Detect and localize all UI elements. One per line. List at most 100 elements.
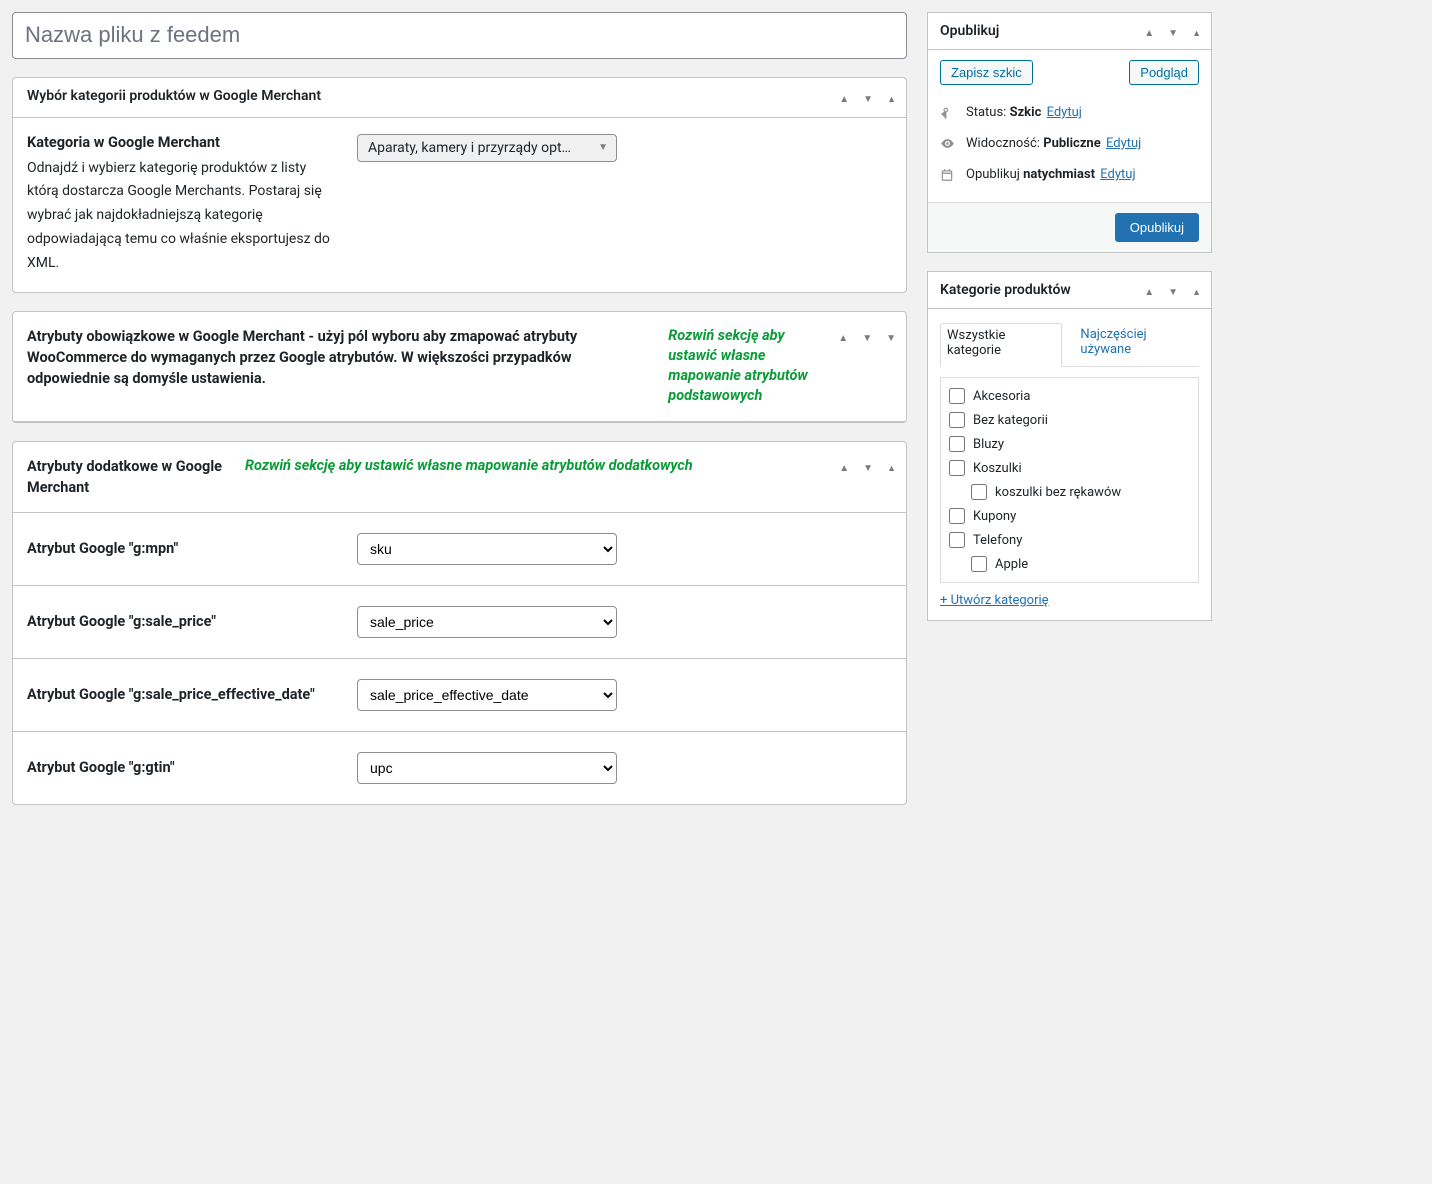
attribute-row: Atrybut Google "g:sale_price" sale_price: [13, 585, 906, 658]
category-label: Kupony: [973, 509, 1016, 524]
category-checkbox[interactable]: [949, 532, 965, 548]
panel-toggle[interactable]: [1190, 280, 1203, 300]
panel-move-down[interactable]: [1166, 280, 1180, 300]
edit-status-link[interactable]: Edytuj: [1047, 105, 1082, 120]
categories-box: Kategorie produktów Wszystkie kategorie …: [927, 271, 1212, 621]
panel-move-down[interactable]: [860, 326, 874, 346]
publish-box-title: Opublikuj: [940, 23, 999, 39]
chevron-up-icon: [838, 328, 848, 344]
attribute-select[interactable]: sku: [357, 533, 617, 565]
category-label: Akcesoria: [973, 389, 1030, 404]
caret-up-icon: [887, 458, 896, 474]
category-checkbox[interactable]: [949, 388, 965, 404]
panel-move-down[interactable]: [1166, 21, 1180, 41]
attribute-select[interactable]: sale_price: [357, 606, 617, 638]
panel-move-up[interactable]: [1142, 280, 1156, 300]
category-label: Apple: [995, 557, 1028, 572]
tab-all-categories[interactable]: Wszystkie kategorie: [940, 323, 1062, 367]
visibility-label: Widoczność: Publiczne Edytuj: [966, 136, 1141, 151]
save-draft-button[interactable]: Zapisz szkic: [940, 60, 1033, 85]
attribute-select[interactable]: upc: [357, 752, 617, 784]
attribute-label: Atrybut Google "g:mpn": [27, 539, 337, 559]
chevron-up-icon: [839, 458, 849, 474]
caret-up-icon: [1192, 23, 1201, 39]
panel-move-up[interactable]: [1142, 21, 1156, 41]
panel-move-down[interactable]: [861, 87, 875, 107]
category-item[interactable]: Akcesoria: [947, 384, 1192, 408]
edit-schedule-link[interactable]: Edytuj: [1100, 167, 1135, 182]
category-item[interactable]: Apple: [947, 552, 1192, 576]
caret-down-icon: ▼: [886, 333, 896, 344]
chevron-down-icon: [863, 458, 873, 474]
category-label: Koszulki: [973, 461, 1022, 476]
chevron-up-icon: [1144, 282, 1154, 298]
chevron-up-icon: [839, 89, 849, 105]
dropdown-arrow-icon: ▼: [598, 142, 608, 153]
attribute-label: Atrybut Google "g:sale_price": [27, 612, 337, 632]
category-field-desc: Odnajdź i wybierz kategorię produktów z …: [27, 157, 337, 276]
attribute-row: Atrybut Google "g:gtin" upc: [13, 731, 906, 804]
publish-box: Opublikuj Zapisz szkic Podgląd: [927, 12, 1212, 253]
category-checkbox[interactable]: [971, 556, 987, 572]
category-select-value: Aparaty, kamery i przyrządy opt…: [368, 140, 571, 156]
panel-mandatory-title: Atrybuty obowiązkowe w Google Merchant -…: [27, 326, 650, 389]
category-item[interactable]: Kupony: [947, 504, 1192, 528]
attribute-row: Atrybut Google "g:sale_price_effective_d…: [13, 658, 906, 731]
panel-toggle[interactable]: [1190, 21, 1203, 41]
chevron-down-icon: [862, 328, 872, 344]
key-icon: [940, 106, 956, 120]
tab-popular-categories[interactable]: Najczęściej używane: [1074, 323, 1199, 366]
attribute-label: Atrybut Google "g:gtin": [27, 758, 337, 778]
category-item[interactable]: Bez kategorii: [947, 408, 1192, 432]
category-label: Telefony: [973, 533, 1022, 548]
panel-additional-hint: Rozwiń sekcję aby ustawić własne mapowan…: [245, 456, 829, 476]
panel-additional-title: Atrybuty dodatkowe w Google Merchant: [27, 456, 227, 498]
attribute-select[interactable]: sale_price_effective_date: [357, 679, 617, 711]
category-select[interactable]: Aparaty, kamery i przyrządy opt… ▼: [357, 134, 617, 162]
categories-box-title: Kategorie produktów: [940, 282, 1071, 298]
panel-mandatory-attrs: Atrybuty obowiązkowe w Google Merchant -…: [12, 311, 907, 423]
category-item[interactable]: koszulki bez rękawów: [947, 480, 1192, 504]
category-list[interactable]: Akcesoria Bez kategorii Bluzy Koszulki koszu…: [940, 377, 1199, 583]
category-checkbox[interactable]: [971, 484, 987, 500]
panel-category-title: Wybór kategorii produktów w Google Merch…: [27, 87, 829, 107]
category-field-label: Kategoria w Google Merchant: [27, 134, 337, 151]
chevron-down-icon: [1168, 23, 1178, 39]
panel-move-up[interactable]: [836, 326, 850, 346]
calendar-icon: [940, 168, 956, 182]
category-checkbox[interactable]: [949, 460, 965, 476]
caret-up-icon: [887, 89, 896, 105]
feed-name-input[interactable]: [12, 12, 907, 59]
schedule-label: Opublikuj natychmiast Edytuj: [966, 167, 1136, 182]
panel-move-up[interactable]: [837, 87, 851, 107]
panel-toggle[interactable]: [885, 87, 898, 107]
category-checkbox[interactable]: [949, 436, 965, 452]
attribute-row: Atrybut Google "g:mpn" sku: [13, 513, 906, 585]
category-checkbox[interactable]: [949, 412, 965, 428]
panel-mandatory-hint: Rozwiń sekcję aby ustawić własne mapowan…: [668, 326, 828, 407]
panel-move-up[interactable]: [837, 456, 851, 476]
panel-additional-attrs: Atrybuty dodatkowe w Google Merchant Roz…: [12, 441, 907, 805]
category-checkbox[interactable]: [949, 508, 965, 524]
chevron-down-icon: [863, 89, 873, 105]
category-label: Bluzy: [973, 437, 1004, 452]
attribute-label: Atrybut Google "g:sale_price_effective_d…: [27, 685, 337, 705]
chevron-down-icon: [1168, 282, 1178, 298]
publish-button[interactable]: Opublikuj: [1115, 213, 1199, 242]
edit-visibility-link[interactable]: Edytuj: [1106, 136, 1141, 151]
caret-up-icon: [1192, 282, 1201, 298]
category-item[interactable]: Telefony: [947, 528, 1192, 552]
category-label: koszulki bez rękawów: [995, 485, 1121, 500]
panel-move-down[interactable]: [861, 456, 875, 476]
category-item[interactable]: Koszulki: [947, 456, 1192, 480]
preview-button[interactable]: Podgląd: [1129, 60, 1199, 85]
category-label: Bez kategorii: [973, 413, 1048, 428]
category-item[interactable]: Bluzy: [947, 432, 1192, 456]
eye-icon: [940, 136, 956, 151]
status-label: Status: Szkic Edytuj: [966, 105, 1082, 120]
panel-toggle[interactable]: ▼: [884, 326, 898, 346]
panel-toggle[interactable]: [885, 456, 898, 476]
panel-category: Wybór kategorii produktów w Google Merch…: [12, 77, 907, 293]
add-category-link[interactable]: + Utwórz kategorię: [940, 593, 1049, 608]
chevron-up-icon: [1144, 23, 1154, 39]
